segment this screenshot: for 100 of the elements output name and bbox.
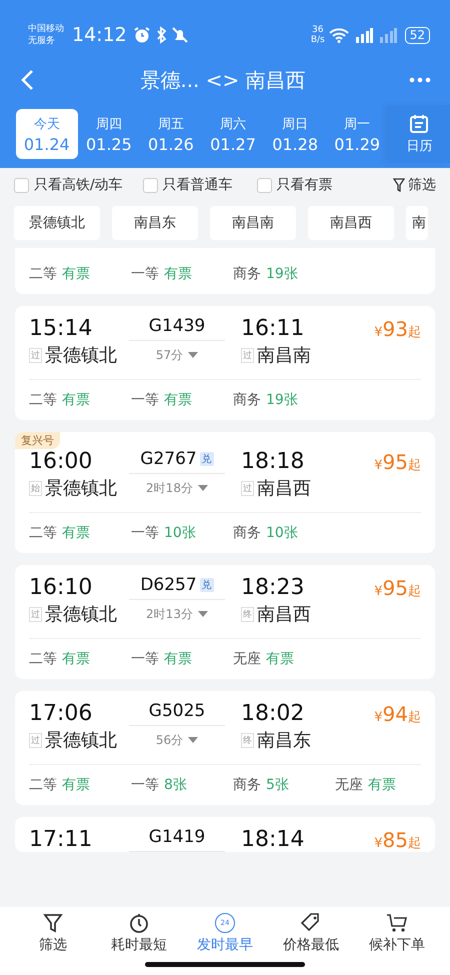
filter-label: 只看高铁/动车 <box>34 176 123 194</box>
station-mark: 过 <box>241 480 254 496</box>
seat-availability: 有票 <box>62 391 90 409</box>
seat-class: 二等 <box>29 524 57 542</box>
speed-value: 36 <box>312 25 324 35</box>
checkbox[interactable] <box>256 178 272 192</box>
seat-class: 二等 <box>29 650 57 668</box>
seat-availability: 10张 <box>164 524 196 542</box>
caret-icon <box>198 611 208 617</box>
filter-icon <box>393 178 405 192</box>
wifi-icon <box>328 27 349 43</box>
seat-availability: 19张 <box>266 391 298 409</box>
calendar-icon <box>409 114 430 134</box>
departure-time: 15:14 <box>29 316 94 341</box>
departure-time: 17:06 <box>29 701 94 726</box>
nav-tab[interactable]: 候补下单 <box>354 907 440 959</box>
filter-label: 只看普通车 <box>162 176 233 194</box>
departure-time: 16:10 <box>29 575 94 600</box>
tag-icon <box>300 912 322 932</box>
duration-toggle[interactable]: 57分 <box>129 346 225 364</box>
seat-class: 一等 <box>131 265 159 283</box>
train-number[interactable]: D6257 <box>140 575 197 595</box>
carrier-name: 中国移动 <box>28 23 64 35</box>
station-chip[interactable]: 南昌东 <box>112 206 198 240</box>
train-card[interactable]: 17:06 G5025 18:02 ¥94起 过 景德镇北 56分 终 南昌东 二等 有票 一等 8张 商务 5张 无座 有票 <box>15 691 435 805</box>
station-mark: 始 <box>29 480 42 496</box>
arrival-time: 16:11 <box>240 316 306 341</box>
seat-availability: 有票 <box>62 524 90 542</box>
arrival-station: 南昌西 <box>257 477 311 500</box>
nav-tab[interactable]: 筛选 <box>10 907 96 959</box>
seat-class: 一等 <box>131 524 159 542</box>
caret-icon <box>198 485 208 491</box>
seat-class: 一等 <box>131 776 159 794</box>
arrival-station: 南昌南 <box>257 344 311 367</box>
train-card[interactable]: 16:10 D6257 兑 18:23 ¥95起 过 景德镇北 2时13分 终 南昌西 二等 有票 一等 有票 无座 有票 <box>15 565 435 679</box>
station-chip[interactable]: 南 <box>406 206 428 240</box>
duration-toggle[interactable]: 2时13分 <box>129 606 225 622</box>
duration-toggle[interactable]: 56分 <box>129 732 225 748</box>
train-card[interactable]: 复兴号 16:00 G2767 兑 18:18 ¥95起 始 景德镇北 2时18分 过 南昌西 二等 有票 一等 10张 商务 10张 <box>15 432 435 553</box>
battery-level: 52 <box>404 26 430 44</box>
caret-icon <box>188 737 198 743</box>
seat-availability: 19张 <box>266 265 298 283</box>
seat-class: 二等 <box>29 391 57 409</box>
seat-class: 商务 <box>233 265 261 283</box>
filter-button[interactable]: 筛选 <box>393 176 436 194</box>
price: ¥95起 <box>374 576 421 600</box>
nav-tab[interactable]: 价格最低 <box>268 907 354 959</box>
seat-class: 一等 <box>131 391 159 409</box>
seat-availability: 有票 <box>62 776 90 794</box>
caret-icon <box>188 352 198 358</box>
station-mark: 终 <box>241 606 254 622</box>
train-number[interactable]: G5025 <box>148 701 206 721</box>
station-chip[interactable]: 南昌西 <box>308 206 394 240</box>
train-tag: 复兴号 <box>15 432 60 449</box>
speed-unit: B/s <box>310 35 325 45</box>
train-number[interactable]: G2767 <box>140 449 197 469</box>
bell-off-icon <box>170 26 189 44</box>
seat-class: 商务 <box>233 524 261 542</box>
price: ¥85起 <box>374 828 421 852</box>
checkbox[interactable] <box>142 178 158 192</box>
seat-class: 无座 <box>335 776 363 794</box>
price: ¥95起 <box>374 450 421 474</box>
train-card[interactable]: 17:11 G1419 18:14 ¥85起 <box>15 817 435 852</box>
train-number[interactable]: G1439 <box>148 316 206 336</box>
seat-availability: 有票 <box>62 650 90 668</box>
seat-availability: 有票 <box>164 265 192 283</box>
nav-tab[interactable]: 耗时最短 <box>96 907 182 959</box>
seat-availability: 有票 <box>62 265 90 283</box>
filter-icon <box>43 912 63 932</box>
seat-availability: 8张 <box>164 776 187 794</box>
seat-availability: 有票 <box>164 391 192 409</box>
train-card[interactable]: 二等 有票 一等 有票 商务 19张 <box>15 248 435 294</box>
departure-station: 景德镇北 <box>45 477 117 500</box>
arrival-time: 18:18 <box>240 449 306 474</box>
page-title: 景德... <> 南昌西 <box>139 66 307 94</box>
home-indicator[interactable] <box>145 962 305 967</box>
train-number[interactable]: G1419 <box>148 827 206 847</box>
more-icon[interactable] <box>408 76 432 84</box>
filter-label: 只看有票 <box>276 176 333 194</box>
station-mark: 过 <box>29 348 42 362</box>
calendar-button[interactable]: 日历 <box>388 105 450 163</box>
departure-station: 景德镇北 <box>45 603 117 626</box>
station-chip[interactable]: 景德镇北 <box>14 206 100 240</box>
duration-toggle[interactable]: 2时18分 <box>129 480 225 496</box>
train-card[interactable]: 15:14 G1439 16:11 ¥93起 过 景德镇北 57分 过 南昌南 二等 有票 一等 有票 商务 19张 <box>15 306 435 420</box>
seat-availability: 有票 <box>266 650 294 668</box>
alarm-icon <box>132 26 151 44</box>
exchange-badge: 兑 <box>200 452 214 466</box>
seat-availability: 10张 <box>266 524 298 542</box>
checkbox[interactable] <box>14 178 29 192</box>
seat-class: 一等 <box>131 650 159 668</box>
station-mark: 终 <box>241 732 254 748</box>
bluetooth-icon <box>154 26 167 44</box>
seat-availability: 5张 <box>266 776 289 794</box>
seat-class: 无座 <box>233 650 261 668</box>
departure-station: 景德镇北 <box>45 344 117 367</box>
station-chip[interactable]: 南昌南 <box>210 206 296 240</box>
station-mark: 过 <box>29 732 42 748</box>
arrival-time: 18:02 <box>240 701 306 726</box>
cart-icon <box>386 912 408 932</box>
